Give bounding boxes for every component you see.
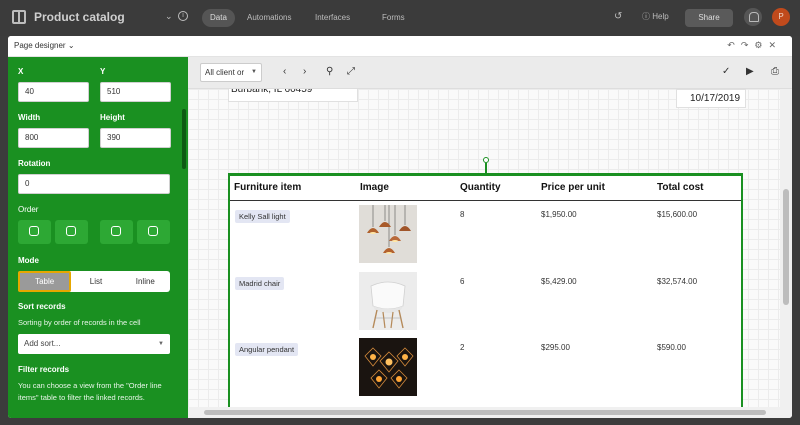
header-total-cost: Total cost [657, 182, 704, 193]
geometric-pendant-lights-image [359, 338, 417, 396]
header-quantity: Quantity [460, 182, 501, 193]
record-select[interactable]: All client or ▼ [200, 63, 262, 82]
print-icon[interactable]: ⎙ [771, 66, 779, 78]
history-icon[interactable]: ↺ [614, 11, 622, 22]
height-label: Height [100, 113, 125, 122]
base-icon[interactable] [12, 10, 26, 24]
design-canvas[interactable]: Burbank, IL 60459 10/17/2019 Furniture i… [188, 89, 792, 407]
white-shell-chair-image [359, 272, 417, 330]
tab-interfaces[interactable]: Interfaces [315, 9, 350, 27]
send-backward-button[interactable] [55, 220, 88, 244]
canvas-horizontal-scrollbar[interactable] [188, 407, 792, 418]
base-title[interactable]: Product catalog [34, 10, 125, 24]
sort-description: Sorting by order of records in the cell [18, 318, 141, 327]
page-designer-modal: Page designer ⌄ ↶↷⚙✕ X Y 40 510 Width He… [8, 36, 792, 418]
scrollbar-thumb[interactable] [204, 410, 766, 415]
modal-title[interactable]: Page designer ⌄ [14, 41, 75, 50]
checkmark-icon[interactable]: ✓ [722, 66, 730, 78]
avatar[interactable]: P [772, 8, 790, 26]
row-total: $15,600.00 [657, 210, 698, 219]
modal-header-icons: ↶↷⚙✕ [727, 40, 782, 51]
send-to-back-button[interactable] [18, 220, 51, 244]
tab-forms[interactable]: Forms [382, 9, 405, 27]
sort-records-label: Sort records [18, 302, 66, 311]
date-text-block[interactable]: 10/17/2019 [676, 89, 746, 108]
y-input[interactable]: 510 [100, 82, 171, 102]
row-quantity: 6 [460, 277, 465, 286]
row-item-name: Angular pendant [235, 343, 299, 356]
caret-down-icon: ▼ [251, 69, 257, 75]
x-label: X [18, 67, 24, 76]
copper-pendant-lights-image [359, 205, 417, 263]
layer-front-icon [148, 226, 158, 236]
info-icon[interactable]: i [178, 11, 188, 21]
undo-icon[interactable]: ↶ [727, 40, 741, 50]
mode-inline-option[interactable]: Inline [121, 271, 170, 292]
play-preview-icon[interactable]: ▶ [746, 66, 754, 78]
rotation-label: Rotation [18, 159, 51, 168]
designer-toolbar: All client or ▼ ‹ › ⚲ ⤢ ✓ ▶ ⎙ [188, 57, 792, 89]
row-item-name: Madrid chair [235, 277, 285, 290]
linked-records-table[interactable]: Furniture item Image Quantity Price per … [228, 173, 743, 407]
row-price: $295.00 [541, 343, 570, 352]
mode-segmented-control: Table List Inline [18, 271, 170, 292]
row-item-name: Kelly Sall light [235, 210, 290, 223]
row-total: $590.00 [657, 343, 686, 352]
width-label: Width [18, 113, 41, 122]
header-furniture-item: Furniture item [234, 182, 302, 193]
filter-records-label: Filter records [18, 365, 70, 374]
address-text-block[interactable]: Burbank, IL 60459 [228, 89, 358, 102]
settings-gear-icon[interactable]: ⚙ [754, 40, 768, 50]
mode-label: Mode [18, 256, 39, 265]
search-icon[interactable]: ⚲ [326, 66, 333, 78]
bring-forward-button[interactable] [100, 220, 133, 244]
close-icon[interactable]: ✕ [768, 40, 782, 50]
bring-to-front-button[interactable] [137, 220, 170, 244]
modal-title-label: Page designer [14, 41, 66, 50]
chevron-down-icon[interactable]: ⌄ [165, 11, 173, 22]
x-input[interactable]: 40 [18, 82, 89, 102]
row-quantity: 8 [460, 210, 465, 219]
row-total: $32,574.00 [657, 277, 698, 286]
rotation-input[interactable]: 0 [18, 174, 170, 194]
add-sort-placeholder: Add sort... [24, 339, 61, 348]
scrollbar-thumb[interactable] [783, 189, 789, 305]
order-label: Order [18, 205, 39, 214]
chevron-down-icon: ⌄ [67, 41, 75, 50]
row-price: $5,429.00 [541, 277, 577, 286]
height-input[interactable]: 390 [100, 128, 171, 148]
tab-data[interactable]: Data [202, 9, 235, 27]
next-record-icon[interactable]: › [303, 66, 306, 78]
record-select-value: All client or [205, 68, 245, 77]
layer-back-icon [29, 226, 39, 236]
canvas-vertical-scrollbar[interactable] [780, 89, 792, 407]
layer-backward-icon [66, 226, 76, 236]
header-price-per-unit: Price per unit [541, 182, 605, 193]
mode-table-option[interactable]: Table [18, 271, 72, 292]
row-quantity: 2 [460, 343, 465, 352]
caret-down-icon: ▼ [158, 341, 164, 347]
header-divider [230, 200, 741, 201]
add-sort-select[interactable]: Add sort... ▼ [18, 334, 170, 354]
expand-icon[interactable]: ⤢ [347, 66, 355, 78]
rotate-handle-line [485, 163, 487, 173]
row-price: $1,950.00 [541, 210, 577, 219]
modal-header: Page designer ⌄ ↶↷⚙✕ [8, 36, 792, 57]
redo-icon[interactable]: ↷ [741, 40, 755, 50]
properties-panel: X Y 40 510 Width Height 800 390 Rotation… [8, 57, 188, 418]
panel-scrollbar[interactable] [182, 109, 186, 169]
notifications-bell-icon[interactable] [744, 8, 762, 26]
filter-description: You can choose a view from the "Order li… [18, 381, 162, 402]
help-button[interactable]: ⓘ Help [642, 11, 669, 22]
mode-list-option[interactable]: List [71, 271, 120, 292]
previous-record-icon[interactable]: ‹ [283, 66, 286, 78]
width-input[interactable]: 800 [18, 128, 89, 148]
layer-forward-icon [111, 226, 121, 236]
app-bar: Product catalog ⌄ i Data Automations Int… [0, 0, 800, 36]
tab-automations[interactable]: Automations [247, 9, 291, 27]
share-button[interactable]: Share [685, 9, 733, 27]
y-label: Y [100, 67, 106, 76]
header-image: Image [360, 182, 389, 193]
help-label: Help [652, 12, 669, 21]
